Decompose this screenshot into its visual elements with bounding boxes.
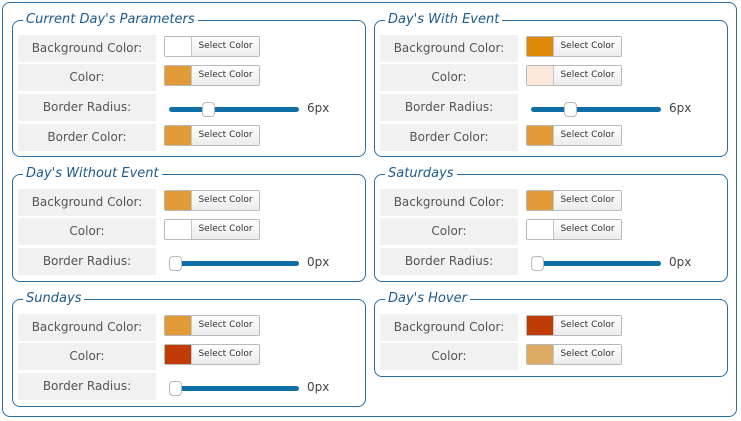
- group-title: Day's Without Event: [23, 166, 162, 182]
- slider-track: [531, 261, 661, 266]
- color-swatch: [165, 220, 192, 239]
- group-current-day: Current Day's Parameters Background Colo…: [12, 12, 366, 157]
- select-color-button[interactable]: Select Color: [554, 316, 621, 335]
- slider-track: [169, 107, 299, 112]
- group-title: Day's Hover: [385, 291, 470, 307]
- group-title: Current Day's Parameters: [23, 12, 198, 28]
- border-radius-value: 6px: [307, 101, 330, 115]
- border-radius-slider[interactable]: [531, 102, 661, 117]
- row-label: Background Color:: [380, 314, 518, 341]
- row-label: Background Color:: [380, 189, 518, 216]
- color-swatch: [165, 37, 192, 56]
- row-label: Border Color:: [380, 124, 518, 151]
- select-color-button[interactable]: Select Color: [192, 316, 259, 335]
- slider-handle[interactable]: [202, 102, 215, 117]
- background-color-picker[interactable]: Select Color: [526, 36, 622, 57]
- color-swatch: [527, 345, 554, 364]
- row-label: Border Radius:: [18, 94, 156, 121]
- border-color-picker[interactable]: Select Color: [164, 125, 260, 146]
- background-color-picker[interactable]: Select Color: [164, 190, 260, 211]
- select-color-button[interactable]: Select Color: [554, 345, 621, 364]
- row-label: Color:: [380, 343, 518, 370]
- select-color-button[interactable]: Select Color: [192, 37, 259, 56]
- row-label: Border Color:: [18, 124, 156, 151]
- color-swatch: [165, 345, 192, 364]
- group-with-event: Day's With Event Background Color: Selec…: [374, 12, 728, 157]
- group-sundays: Sundays Background Color: Select Color C…: [12, 291, 366, 407]
- select-color-button[interactable]: Select Color: [554, 191, 621, 210]
- select-color-button[interactable]: Select Color: [554, 37, 621, 56]
- row-label: Background Color:: [18, 35, 156, 62]
- text-color-picker[interactable]: Select Color: [164, 344, 260, 365]
- group-without-event: Day's Without Event Background Color: Se…: [12, 166, 366, 282]
- row-label: Border Radius:: [18, 373, 156, 400]
- text-color-picker[interactable]: Select Color: [526, 344, 622, 365]
- slider-track: [169, 386, 299, 391]
- background-color-picker[interactable]: Select Color: [164, 36, 260, 57]
- select-color-button[interactable]: Select Color: [554, 126, 621, 145]
- row-label: Color:: [18, 218, 156, 245]
- select-color-button[interactable]: Select Color: [192, 66, 259, 85]
- text-color-picker[interactable]: Select Color: [164, 65, 260, 86]
- text-color-picker[interactable]: Select Color: [526, 219, 622, 240]
- text-color-picker[interactable]: Select Color: [526, 65, 622, 86]
- border-radius-value: 0px: [669, 255, 692, 269]
- row-label: Color:: [380, 64, 518, 91]
- row-label: Border Radius:: [18, 248, 156, 275]
- border-radius-slider[interactable]: [531, 256, 661, 271]
- select-color-button[interactable]: Select Color: [192, 345, 259, 364]
- background-color-picker[interactable]: Select Color: [526, 190, 622, 211]
- color-swatch: [165, 66, 192, 85]
- group-saturdays: Saturdays Background Color: Select Color…: [374, 166, 728, 282]
- border-radius-value: 0px: [307, 255, 330, 269]
- row-label: Border Radius:: [380, 248, 518, 275]
- color-swatch: [165, 191, 192, 210]
- slider-handle[interactable]: [564, 102, 577, 117]
- row-label: Background Color:: [18, 314, 156, 341]
- select-color-button[interactable]: Select Color: [554, 66, 621, 85]
- slider-track: [531, 107, 661, 112]
- slider-track: [169, 261, 299, 266]
- background-color-picker[interactable]: Select Color: [164, 315, 260, 336]
- color-swatch: [527, 191, 554, 210]
- group-title: Saturdays: [385, 166, 457, 182]
- row-label: Color:: [18, 64, 156, 91]
- group-day-hover: Day's Hover Background Color: Select Col…: [374, 291, 728, 377]
- border-radius-value: 6px: [669, 101, 692, 115]
- row-label: Color:: [18, 343, 156, 370]
- group-title: Sundays: [23, 291, 85, 307]
- color-swatch: [527, 220, 554, 239]
- color-swatch: [165, 316, 192, 335]
- row-label: Background Color:: [380, 35, 518, 62]
- calendar-colors-panel: Current Day's Parameters Background Colo…: [2, 2, 737, 417]
- color-swatch: [527, 316, 554, 335]
- select-color-button[interactable]: Select Color: [192, 126, 259, 145]
- slider-handle[interactable]: [531, 256, 544, 271]
- row-label: Border Radius:: [380, 94, 518, 121]
- row-label: Color:: [380, 218, 518, 245]
- group-title: Day's With Event: [385, 12, 503, 28]
- select-color-button[interactable]: Select Color: [192, 220, 259, 239]
- border-radius-slider[interactable]: [169, 102, 299, 117]
- select-color-button[interactable]: Select Color: [192, 191, 259, 210]
- color-swatch: [527, 126, 554, 145]
- background-color-picker[interactable]: Select Color: [526, 315, 622, 336]
- color-swatch: [165, 126, 192, 145]
- color-swatch: [527, 37, 554, 56]
- row-label: Background Color:: [18, 189, 156, 216]
- border-radius-slider[interactable]: [169, 381, 299, 396]
- color-swatch: [527, 66, 554, 85]
- text-color-picker[interactable]: Select Color: [164, 219, 260, 240]
- select-color-button[interactable]: Select Color: [554, 220, 621, 239]
- border-radius-slider[interactable]: [169, 256, 299, 271]
- slider-handle[interactable]: [169, 256, 182, 271]
- slider-handle[interactable]: [169, 381, 182, 396]
- border-radius-value: 0px: [307, 380, 330, 394]
- border-color-picker[interactable]: Select Color: [526, 125, 622, 146]
